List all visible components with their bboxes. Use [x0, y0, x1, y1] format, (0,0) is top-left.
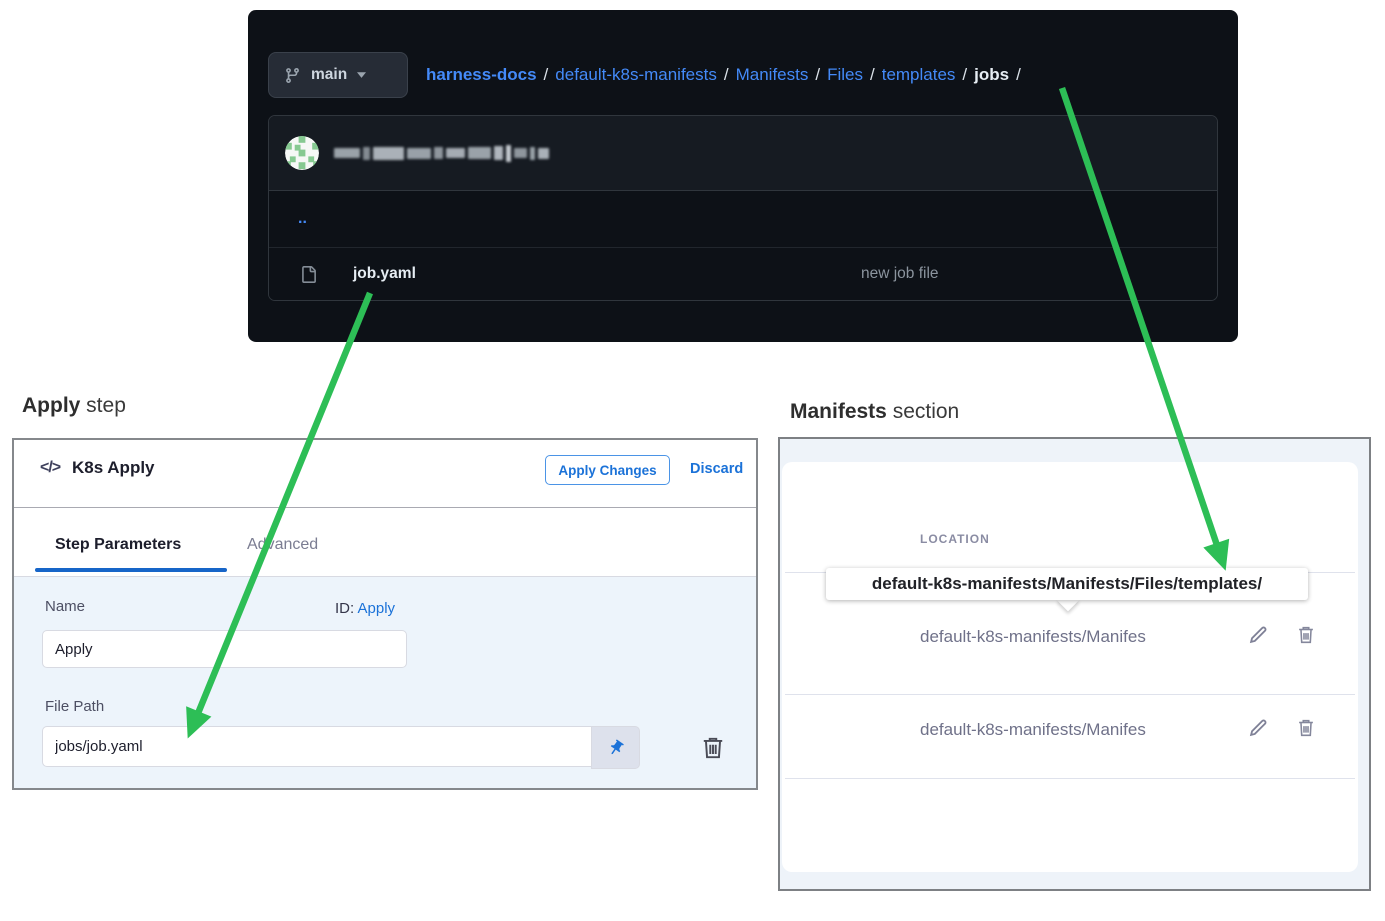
manifest-path-tooltip: default-k8s-manifests/Manifests/Files/te…	[826, 568, 1308, 600]
github-file-browser: main harness-docs / default-k8s-manifest…	[248, 10, 1238, 342]
pin-icon	[603, 735, 628, 760]
edit-manifest-button[interactable]	[1246, 716, 1270, 742]
screenshot-canvas: main harness-docs / default-k8s-manifest…	[0, 0, 1385, 921]
breadcrumb-separator: /	[544, 65, 549, 85]
step-title: K8s Apply	[72, 458, 155, 478]
caption-bold: Apply	[22, 394, 80, 417]
k8s-apply-step-panel: </> K8s Apply Apply Changes Discard Step…	[12, 438, 758, 790]
row-divider	[785, 694, 1355, 695]
file-row: job.yaml new job file	[269, 248, 1217, 300]
tab-advanced[interactable]: Advanced	[247, 536, 318, 554]
branch-name: main	[311, 66, 347, 84]
tab-step-parameters[interactable]: Step Parameters	[55, 536, 181, 554]
apply-changes-button[interactable]: Apply Changes	[545, 455, 670, 485]
discard-button[interactable]: Discard	[690, 461, 743, 477]
manifest-location-text: default-k8s-manifests/Manifes	[920, 627, 1216, 647]
apply-step-caption: Apply step	[22, 394, 126, 418]
breadcrumb-separator: /	[724, 65, 729, 85]
name-label: Name	[45, 598, 85, 615]
breadcrumb-link[interactable]: Manifests	[736, 65, 809, 85]
caption-rest: step	[80, 394, 126, 417]
breadcrumb-link[interactable]: default-k8s-manifests	[555, 65, 717, 85]
active-tab-underline	[35, 568, 227, 572]
pencil-icon	[1247, 717, 1269, 739]
trash-icon	[1295, 717, 1317, 739]
manifests-section-panel: LOCATION default-k8s-manifests/Manifes d…	[778, 437, 1371, 891]
breadcrumb-separator: /	[962, 65, 967, 85]
delete-manifest-button[interactable]	[1294, 623, 1318, 649]
parent-directory-link[interactable]: ..	[298, 210, 307, 228]
id-label: ID:	[335, 600, 354, 617]
trash-icon	[700, 735, 726, 761]
commit-message-link[interactable]: new job file	[861, 265, 939, 283]
delete-manifest-button[interactable]	[1294, 716, 1318, 742]
caption-rest: section	[887, 400, 959, 423]
breadcrumb: harness-docs / default-k8s-manifests / M…	[426, 65, 1028, 85]
redacted-commit-message	[334, 145, 549, 162]
file-path-input[interactable]	[42, 726, 591, 767]
chevron-down-icon	[357, 72, 366, 78]
breadcrumb-repo[interactable]: harness-docs	[426, 65, 537, 85]
file-list: .. job.yaml new job file	[268, 115, 1218, 301]
trash-icon	[1295, 624, 1317, 646]
file-icon	[300, 266, 317, 283]
fixed-value-pin-button[interactable]	[591, 726, 640, 769]
git-branch-icon	[284, 67, 301, 84]
manifests-section-caption: Manifests section	[790, 400, 959, 424]
breadcrumb-link[interactable]: Files	[827, 65, 863, 85]
name-input[interactable]	[42, 630, 407, 668]
latest-commit-row	[269, 116, 1217, 191]
id-value-link[interactable]: Apply	[358, 600, 396, 617]
breadcrumb-link[interactable]: templates	[882, 65, 956, 85]
code-icon: </>	[40, 459, 60, 477]
edit-manifest-button[interactable]	[1246, 623, 1270, 649]
delete-file-path-button[interactable]	[700, 735, 726, 761]
row-divider	[785, 778, 1355, 779]
branch-selector[interactable]: main	[268, 52, 408, 98]
breadcrumb-separator: /	[1016, 65, 1021, 85]
breadcrumb-separator: /	[870, 65, 875, 85]
github-topbar: main harness-docs / default-k8s-manifest…	[268, 52, 1028, 98]
parent-directory-row: ..	[269, 191, 1217, 248]
caption-bold: Manifests	[790, 400, 887, 423]
file-path-field-group	[42, 726, 640, 767]
breadcrumb-separator: /	[815, 65, 820, 85]
location-column-header: LOCATION	[920, 532, 990, 546]
manifest-location-text: default-k8s-manifests/Manifes	[920, 720, 1216, 740]
step-id: ID: Apply	[335, 600, 395, 617]
identicon	[285, 136, 319, 170]
file-name-link[interactable]: job.yaml	[353, 265, 416, 283]
breadcrumb-current: jobs	[974, 65, 1009, 85]
file-path-label: File Path	[45, 698, 104, 715]
manifests-list-card	[782, 462, 1358, 872]
pencil-icon	[1247, 624, 1269, 646]
header-divider	[14, 507, 756, 508]
avatar[interactable]	[285, 136, 319, 170]
